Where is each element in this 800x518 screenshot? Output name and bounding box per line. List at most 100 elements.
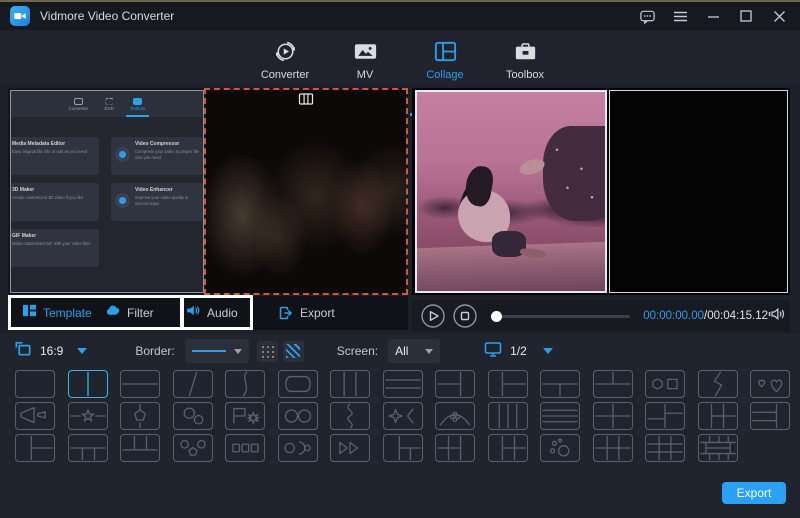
elephant-cloth: [543, 126, 607, 221]
collage-toolbar-tabs: Template Filter Audio Export: [8, 296, 408, 330]
template-circle-shapes[interactable]: [278, 434, 318, 462]
template-split-left-column-right-rows[interactable]: [488, 370, 528, 398]
template-two-triangles[interactable]: [330, 434, 370, 462]
tab-filter[interactable]: Filter: [105, 296, 154, 330]
template-star-bracket[interactable]: [383, 402, 423, 430]
template-puzzle-curve[interactable]: [330, 402, 370, 430]
tab-collage[interactable]: Collage: [410, 36, 480, 81]
screen-monitor-icon: [484, 341, 502, 362]
export-button[interactable]: Export: [722, 482, 786, 504]
time-display: 00:00:00.00/00:04:15.12: [643, 310, 768, 322]
template-grid-mixed-b[interactable]: [383, 434, 423, 462]
preview-cell-pink-photo: [415, 90, 607, 293]
template-diagonal-split[interactable]: [173, 370, 213, 398]
border-style-dots-icon[interactable]: [257, 341, 278, 362]
template-grid-2x2-right-column[interactable]: [435, 434, 475, 462]
template-brick-grid[interactable]: [698, 434, 738, 462]
template-four-columns[interactable]: [488, 402, 528, 430]
maximize-icon[interactable]: [737, 7, 755, 25]
border-style-select[interactable]: [185, 339, 249, 363]
mv-icon: [330, 36, 400, 66]
play-icon[interactable]: [420, 303, 446, 329]
template-two-rows[interactable]: [120, 370, 160, 398]
template-curve-split[interactable]: [225, 370, 265, 398]
app-title: Vidmore Video Converter: [40, 9, 174, 23]
template-single[interactable]: [15, 370, 55, 398]
template-grid-2x2-offset[interactable]: [645, 402, 685, 430]
collage-settings-toolbar: 16:9 Border: Screen: All 1/2: [0, 334, 800, 368]
mini-card: Video CompressorCompress your video to p…: [111, 137, 203, 175]
output-preview: [412, 88, 790, 295]
template-three-columns[interactable]: [330, 370, 370, 398]
template-megaphone-shapes[interactable]: [15, 402, 55, 430]
tab-audio[interactable]: Audio: [185, 296, 238, 330]
tab-mv[interactable]: MV: [330, 36, 400, 81]
close-icon[interactable]: [770, 7, 788, 25]
volume-icon[interactable]: [768, 306, 786, 327]
template-top-full-bottom-three[interactable]: [68, 434, 108, 462]
template-split-left-rows-right-column[interactable]: [435, 370, 475, 398]
template-rounded-inset[interactable]: [278, 370, 318, 398]
page-dropdown-arrow[interactable]: [543, 348, 553, 354]
minimize-icon[interactable]: [704, 7, 722, 25]
aspect-ratio-icon: [13, 339, 32, 363]
template-two-circles-offset[interactable]: [173, 402, 213, 430]
mini-card-icon: [115, 193, 130, 208]
seek-slider[interactable]: [492, 315, 630, 318]
template-star-band[interactable]: [68, 402, 108, 430]
template-arch-clover[interactable]: [435, 402, 475, 430]
tab-export[interactable]: Export: [277, 296, 335, 330]
collage-cell-photo-selected[interactable]: [204, 88, 408, 295]
feedback-icon[interactable]: [638, 7, 656, 25]
tab-label: Audio: [207, 306, 238, 320]
template-flag-starburst[interactable]: [225, 402, 265, 430]
template-two-hearts[interactable]: [750, 370, 790, 398]
current-time: 00:00:00.00: [643, 310, 704, 322]
export-icon: [277, 305, 294, 321]
screen-select[interactable]: All: [388, 339, 440, 363]
template-hexagon-square[interactable]: [645, 370, 685, 398]
collage-cell-app-screenshot[interactable]: ConverterDVDToolbox Media Metadata Edito…: [10, 90, 204, 293]
titlebar: Vidmore Video Converter: [0, 2, 800, 30]
annotation-highlight-divider: [180, 295, 184, 330]
app-logo-icon: [10, 6, 30, 26]
converter-icon: [250, 36, 320, 66]
template-two-circles[interactable]: [278, 402, 318, 430]
tab-converter[interactable]: Converter: [250, 36, 320, 81]
template-circle-pentagon-circle[interactable]: [173, 434, 213, 462]
app-window: Vidmore Video Converter Converter MV Colla…: [0, 0, 800, 518]
screen-select-arrow: [425, 349, 433, 354]
stop-icon[interactable]: [452, 303, 478, 329]
template-grid-3x3[interactable]: [645, 434, 685, 462]
mini-card: GIF MakerMake customized GIF with your v…: [10, 229, 99, 267]
template-top-two-bottom-full[interactable]: [593, 370, 633, 398]
template-three-squares[interactable]: [225, 434, 265, 462]
template-left-column-right-rows-b[interactable]: [15, 434, 55, 462]
template-top-three-bottom-full[interactable]: [120, 434, 160, 462]
tab-toolbox[interactable]: Toolbox: [490, 36, 560, 81]
total-time: 00:04:15.12: [707, 310, 768, 322]
page-indicator: 1/2: [510, 344, 527, 358]
tab-template[interactable]: Template: [22, 296, 92, 330]
border-style-stripes-icon[interactable]: [283, 341, 304, 362]
template-grid-mixed[interactable]: [698, 402, 738, 430]
nav-label: MV: [330, 69, 400, 81]
template-pentagon-band[interactable]: [120, 402, 160, 430]
mini-card-icon: [115, 147, 130, 162]
template-top-full-bottom-two[interactable]: [540, 370, 580, 398]
preview-cell-black: [609, 90, 788, 293]
template-bubbles[interactable]: [540, 434, 580, 462]
template-left-column-grid-2x2[interactable]: [488, 434, 528, 462]
seek-slider-thumb[interactable]: [491, 311, 502, 322]
template-three-rows[interactable]: [383, 370, 423, 398]
template-grid-3x2[interactable]: [593, 434, 633, 462]
film-strip-icon: [100, 93, 115, 111]
menu-icon[interactable]: [671, 7, 689, 25]
border-line-preview: [192, 350, 226, 352]
template-two-columns[interactable]: [68, 370, 108, 398]
template-grid-2x2[interactable]: [593, 402, 633, 430]
template-left-rows-right-column-b[interactable]: [750, 402, 790, 430]
template-zigzag-split[interactable]: [698, 370, 738, 398]
template-four-rows[interactable]: [540, 402, 580, 430]
aspect-ratio-dropdown-arrow[interactable]: [77, 348, 87, 354]
